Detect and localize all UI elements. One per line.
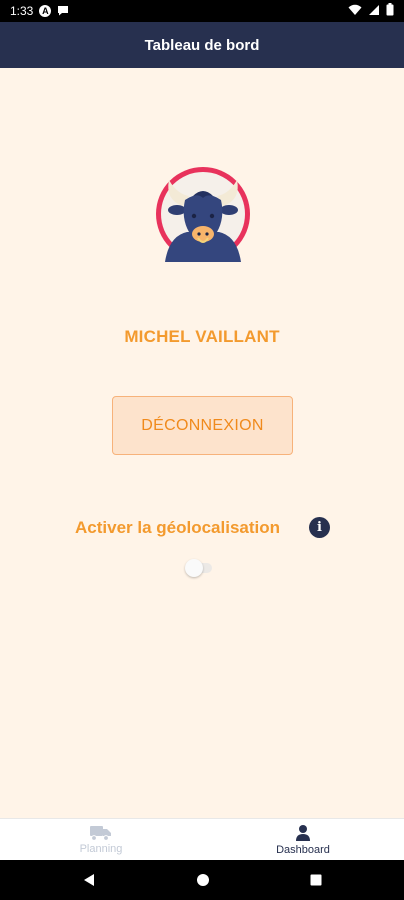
geolocation-label: Activer la géolocalisation bbox=[75, 518, 281, 537]
geolocation-toggle[interactable] bbox=[184, 559, 214, 577]
home-icon[interactable] bbox=[196, 873, 210, 887]
bull-avatar-icon bbox=[156, 167, 250, 262]
app-header: Tableau de bord bbox=[0, 22, 404, 68]
info-icon[interactable]: i bbox=[309, 517, 330, 538]
battery-icon bbox=[386, 3, 394, 19]
tab-planning[interactable]: Planning bbox=[0, 819, 202, 860]
back-icon[interactable] bbox=[82, 873, 96, 887]
tab-dashboard[interactable]: Dashboard bbox=[202, 819, 404, 860]
truck-icon bbox=[90, 825, 111, 841]
recents-icon[interactable] bbox=[310, 874, 322, 886]
person-icon bbox=[296, 824, 310, 841]
geolocation-row: Activer la géolocalisation i bbox=[75, 516, 335, 540]
system-nav-bar bbox=[0, 860, 404, 900]
wifi-icon bbox=[348, 4, 362, 19]
status-time: 1:33 bbox=[10, 4, 34, 18]
auto-icon: A bbox=[39, 5, 52, 17]
logout-button[interactable]: DÉCONNEXION bbox=[112, 396, 293, 455]
status-right bbox=[348, 3, 394, 19]
tab-dashboard-label: Dashboard bbox=[276, 843, 330, 856]
chat-icon bbox=[57, 4, 69, 19]
user-name: MICHEL VAILLANT bbox=[124, 327, 280, 346]
toggle-thumb bbox=[185, 559, 203, 577]
avatar bbox=[155, 166, 251, 262]
tab-planning-label: Planning bbox=[79, 842, 123, 855]
bottom-nav: Planning Dashboard bbox=[0, 818, 404, 860]
status-left: 1:33 A bbox=[10, 4, 69, 19]
signal-icon bbox=[368, 4, 380, 19]
status-bar: 1:33 A bbox=[0, 0, 404, 22]
page-title: Tableau de bord bbox=[144, 36, 260, 54]
logout-label: DÉCONNEXION bbox=[141, 416, 264, 434]
